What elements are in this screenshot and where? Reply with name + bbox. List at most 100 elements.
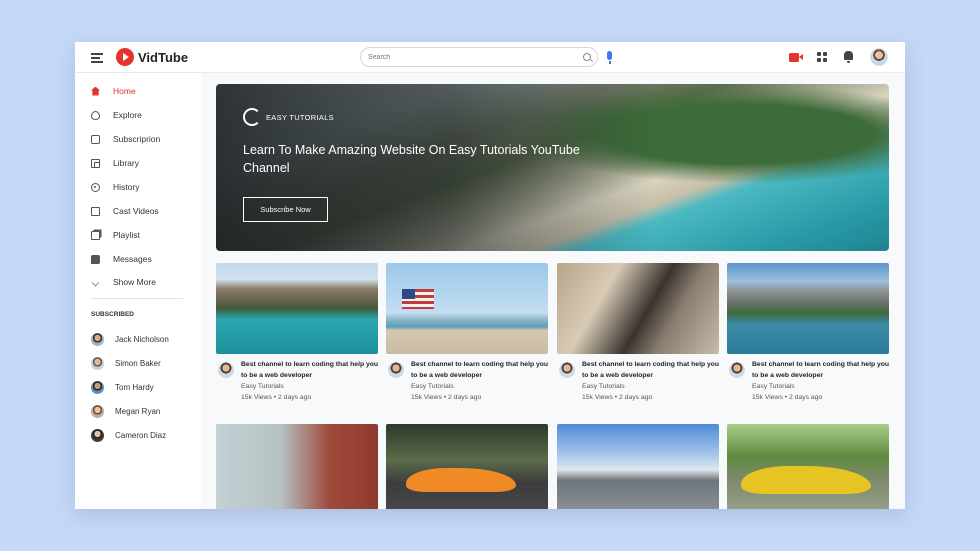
- messages-icon: [91, 254, 100, 264]
- sidebar-divider: [91, 298, 183, 299]
- sidebar-item-home[interactable]: Home: [91, 84, 136, 98]
- explore-icon: [91, 110, 100, 120]
- channel-avatar: [91, 356, 104, 370]
- sidebar-item-label: Playlist: [113, 230, 140, 240]
- sidebar-item-show-more[interactable]: Show More: [91, 275, 156, 289]
- app-window: VidTube Home Explore Subscriprion Librar…: [75, 42, 905, 509]
- channel-name: Jack Nicholson: [115, 334, 169, 344]
- video-card[interactable]: Best channel to learn coding that help y…: [216, 263, 378, 408]
- subscribed-channel[interactable]: Simon Baker: [91, 356, 161, 370]
- video-card[interactable]: [557, 424, 719, 509]
- channel-name: Cameron Diaz: [115, 430, 167, 440]
- playlist-icon: [91, 230, 100, 240]
- sidebar-item-label: Library: [113, 158, 139, 168]
- channel-avatar[interactable]: [218, 362, 234, 378]
- video-thumbnail[interactable]: [727, 263, 889, 354]
- app-name: VidTube: [138, 49, 189, 65]
- banner-title: Learn To Make Amazing Website On Easy Tu…: [243, 143, 580, 175]
- video-title[interactable]: Best channel to learn coding that help y…: [582, 360, 722, 381]
- notifications-icon[interactable]: [844, 51, 853, 63]
- history-icon: [91, 182, 100, 192]
- brand-logo: EASY TUTORIALS: [243, 108, 334, 126]
- subscribed-heading: SUBSCRIBED: [91, 311, 134, 318]
- sidebar-item-label: Messages: [113, 254, 152, 264]
- video-stats: 15k Views • 2 days ago: [582, 394, 653, 401]
- channel-avatar: [91, 428, 104, 442]
- video-meta: Best channel to learn coding that help y…: [216, 360, 378, 408]
- user-avatar[interactable]: [870, 48, 888, 66]
- video-meta: Best channel to learn coding that help y…: [557, 360, 719, 408]
- subscribed-channel[interactable]: Jack Nicholson: [91, 332, 169, 346]
- video-meta: Best channel to learn coding that help y…: [727, 360, 889, 408]
- video-channel[interactable]: Easy Tutorials: [241, 383, 284, 390]
- top-bar: VidTube: [75, 42, 905, 73]
- sidebar-item-label: Subscriprion: [113, 134, 161, 144]
- sidebar-item-label: History: [113, 182, 140, 192]
- play-logo-icon: [116, 48, 134, 66]
- brand-name: EASY TUTORIALS: [266, 112, 334, 122]
- sidebar-item-label: Home: [113, 86, 136, 96]
- search-icon[interactable]: [583, 53, 591, 61]
- sidebar-item-library[interactable]: Library: [91, 156, 139, 170]
- home-icon: [91, 86, 100, 96]
- video-stats: 15k Views • 2 days ago: [411, 394, 482, 401]
- video-card[interactable]: Best channel to learn coding that help y…: [727, 263, 889, 408]
- chevron-down-icon: [91, 278, 100, 286]
- sidebar-item-label: Explore: [113, 110, 142, 120]
- upload-video-icon[interactable]: [789, 53, 803, 62]
- video-meta: Best channel to learn coding that help y…: [386, 360, 548, 408]
- channel-avatar: [91, 404, 104, 418]
- video-thumbnail[interactable]: [386, 424, 548, 509]
- search-input[interactable]: [368, 50, 568, 64]
- video-thumbnail[interactable]: [727, 424, 889, 509]
- video-channel[interactable]: Easy Tutorials: [752, 383, 795, 390]
- video-card[interactable]: [727, 424, 889, 509]
- video-thumbnail[interactable]: [216, 424, 378, 509]
- subscription-icon: [91, 134, 100, 144]
- video-card[interactable]: Best channel to learn coding that help y…: [557, 263, 719, 408]
- channel-avatar[interactable]: [729, 362, 745, 378]
- channel-avatar[interactable]: [559, 362, 575, 378]
- library-icon: [91, 158, 100, 168]
- video-title[interactable]: Best channel to learn coding that help y…: [411, 360, 551, 381]
- mic-icon[interactable]: [607, 51, 612, 64]
- hero-banner[interactable]: EASY TUTORIALS Learn To Make Amazing Web…: [216, 84, 889, 251]
- subscribed-channel[interactable]: Tom Hardy: [91, 380, 154, 394]
- sidebar-item-subscription[interactable]: Subscriprion: [91, 132, 160, 146]
- video-thumbnail[interactable]: [386, 263, 548, 354]
- menu-icon[interactable]: [91, 53, 103, 63]
- sidebar-item-playlist[interactable]: Playlist: [91, 228, 140, 242]
- subscribed-channel[interactable]: Cameron Diaz: [91, 428, 166, 442]
- video-thumbnail[interactable]: [216, 263, 378, 354]
- logo[interactable]: VidTube: [116, 48, 188, 66]
- subscribe-button[interactable]: Subscribe Now: [243, 197, 328, 222]
- channel-name: Simon Baker: [115, 358, 161, 368]
- channel-name: Tom Hardy: [115, 382, 154, 392]
- sidebar-item-label: Cast Videos: [113, 206, 159, 216]
- sidebar-item-cast-videos[interactable]: Cast Videos: [91, 204, 159, 218]
- video-channel[interactable]: Easy Tutorials: [411, 383, 454, 390]
- channel-avatar[interactable]: [388, 362, 404, 378]
- video-thumbnail[interactable]: [557, 424, 719, 509]
- easy-tutorials-logo-icon: [243, 108, 261, 126]
- sidebar-item-explore[interactable]: Explore: [91, 108, 142, 122]
- video-card[interactable]: [386, 424, 548, 509]
- sidebar-item-history[interactable]: History: [91, 180, 139, 194]
- video-card[interactable]: Best channel to learn coding that help y…: [386, 263, 548, 408]
- channel-avatar: [91, 332, 104, 346]
- sidebar: Home Explore Subscriprion Library Histor…: [75, 73, 201, 509]
- channel-name: Megan Ryan: [115, 406, 161, 416]
- video-title[interactable]: Best channel to learn coding that help y…: [752, 360, 892, 381]
- channel-avatar: [91, 380, 104, 394]
- video-stats: 15k Views • 2 days ago: [241, 394, 312, 401]
- search-box: [360, 47, 598, 67]
- cast-icon: [91, 206, 100, 216]
- video-title[interactable]: Best channel to learn coding that help y…: [241, 360, 381, 381]
- video-channel[interactable]: Easy Tutorials: [582, 383, 625, 390]
- sidebar-item-messages[interactable]: Messages: [91, 252, 152, 266]
- video-card[interactable]: [216, 424, 378, 509]
- video-stats: 15k Views • 2 days ago: [752, 394, 823, 401]
- video-thumbnail[interactable]: [557, 263, 719, 354]
- apps-icon[interactable]: [817, 52, 827, 62]
- subscribed-channel[interactable]: Megan Ryan: [91, 404, 160, 418]
